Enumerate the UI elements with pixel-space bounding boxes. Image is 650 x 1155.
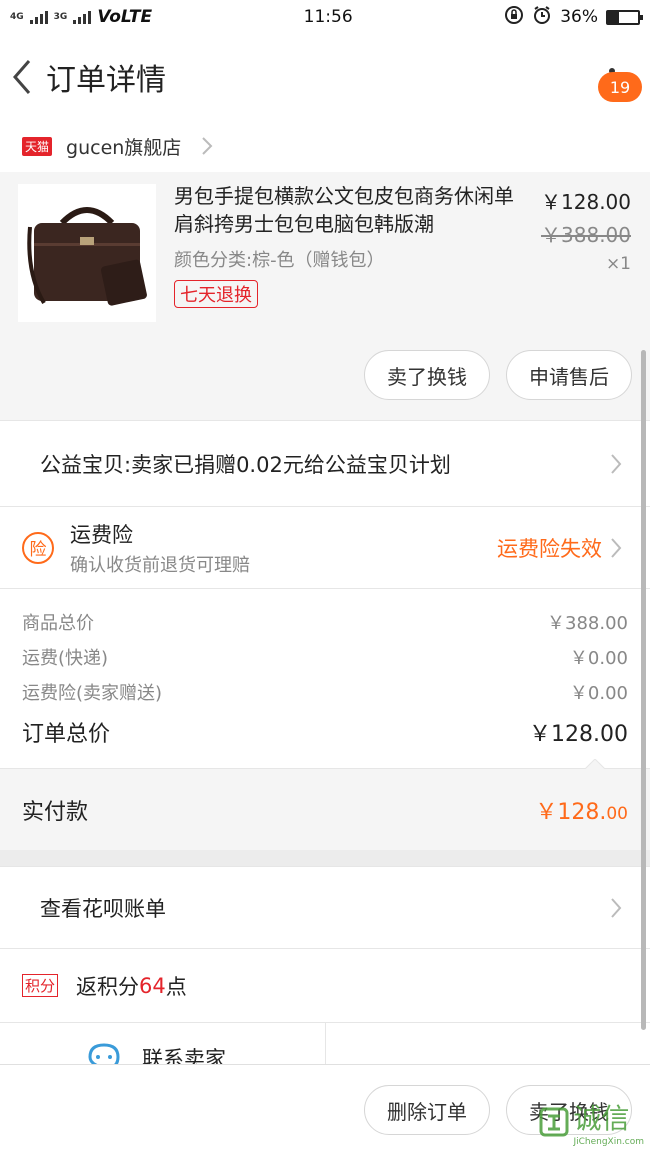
- summary-label: 运费险(卖家赠送): [22, 683, 163, 704]
- shipping-insurance-row[interactable]: 险 运费险 确认收货前退货可理赔 运费险失效: [0, 506, 650, 588]
- price-summary: 商品总价 ￥388.00 运费(快递) ￥0.00 运费险(卖家赠送) ￥0.0…: [0, 588, 650, 768]
- huabei-text: 查看花呗账单: [40, 896, 166, 921]
- total-label: 订单总价: [22, 722, 111, 747]
- product-image[interactable]: [18, 184, 156, 322]
- chevron-right-icon: [611, 537, 622, 558]
- alarm-icon: [532, 5, 552, 30]
- signal-icon: [29, 10, 48, 24]
- network-label: 4G: [10, 12, 24, 22]
- summary-line-insurance: 运费险(卖家赠送) ￥0.00: [22, 679, 628, 714]
- watermark-url: JiChengXin.com: [573, 1137, 644, 1147]
- battery-icon: [606, 9, 643, 25]
- product-actions: 卖了换钱 申请售后: [364, 350, 632, 400]
- contact-seller-button[interactable]: 联系卖家: [0, 1023, 325, 1066]
- insurance-subtitle: 确认收货前退货可理赔: [70, 554, 250, 576]
- product-price-block: ￥128.00 ￥388.00 ×1: [541, 186, 631, 274]
- product-card[interactable]: 男包手提包横款公文包皮包商务休闲单肩斜挎男士包包电脑包韩版潮 颜色分类:棕-色（…: [0, 172, 650, 420]
- signal2-icon: [73, 10, 92, 24]
- return-policy-tag: 七天退换: [174, 280, 258, 308]
- points-prefix: 返积分: [76, 974, 140, 999]
- section-gap: [0, 850, 650, 866]
- delete-order-button[interactable]: 删除订单: [364, 1085, 490, 1135]
- status-bar: 4G 3G VoLTE 11:56 36%: [0, 0, 650, 34]
- notification-badge[interactable]: 19: [598, 72, 642, 102]
- summary-value: ￥0.00: [569, 683, 628, 704]
- call-seller-button[interactable]: [325, 1023, 650, 1066]
- battery-percent: 36%: [560, 7, 598, 27]
- scrollbar[interactable]: [641, 350, 646, 1030]
- paid-value-main: ￥128.: [535, 799, 607, 825]
- chevron-right-icon: [611, 453, 622, 474]
- chat-icon: [88, 1043, 120, 1066]
- watermark-text: 诚信: [573, 1102, 630, 1135]
- lock-rotation-icon: [504, 5, 524, 30]
- summary-label: 运费(快递): [22, 648, 109, 669]
- network2-label: 3G: [53, 12, 68, 22]
- status-time: 11:56: [303, 7, 353, 27]
- summary-value: ￥0.00: [569, 648, 628, 669]
- points-suffix: 点: [165, 974, 187, 999]
- summary-line-goods: 商品总价 ￥388.00: [22, 609, 628, 644]
- total-value: ￥128.00: [529, 722, 628, 747]
- status-right: 36%: [504, 5, 643, 30]
- points-badge: 积分: [22, 974, 59, 997]
- summary-line-shipping: 运费(快递) ￥0.00: [22, 644, 628, 679]
- caret-up-icon: [585, 759, 605, 769]
- watermark-text-block: 诚信 JiChengXin.com: [573, 1097, 644, 1147]
- watermark-logo-icon: [539, 1107, 569, 1137]
- summary-label: 商品总价: [22, 613, 94, 634]
- chevron-right-icon: [202, 137, 213, 155]
- product-info: 男包手提包横款公文包皮包商务休闲单肩斜挎男士包包电脑包韩版潮 颜色分类:棕-色（…: [174, 182, 524, 308]
- nav-bar: 订单详情 19: [0, 34, 650, 120]
- paid-value: ￥128.00: [535, 794, 628, 826]
- contact-row: 联系卖家: [0, 1022, 650, 1066]
- product-variant: 颜色分类:棕-色（赠钱包）: [174, 250, 385, 271]
- paid-value-cents: 00: [606, 803, 628, 824]
- shop-name: gucen旗舰店: [66, 136, 182, 159]
- charity-text: 公益宝贝:卖家已捐赠0.02元给公益宝贝计划: [40, 452, 451, 477]
- product-price: ￥128.00: [541, 190, 631, 214]
- status-left: 4G 3G VoLTE: [10, 7, 152, 27]
- product-quantity: ×1: [605, 254, 631, 274]
- paid-label: 实付款: [22, 799, 89, 825]
- volte-label: VoLTE: [97, 7, 153, 27]
- summary-value: ￥388.00: [547, 613, 628, 634]
- charity-row[interactable]: 公益宝贝:卖家已捐赠0.02元给公益宝贝计划: [0, 420, 650, 506]
- watermark: 诚信 JiChengXin.com: [539, 1097, 644, 1147]
- points-number: 64: [139, 973, 166, 998]
- summary-line-total: 订单总价 ￥128.00: [22, 716, 628, 751]
- chevron-right-icon: [611, 897, 622, 918]
- product-title[interactable]: 男包手提包横款公文包皮包商务休闲单肩斜挎男士包包电脑包韩版潮: [174, 182, 524, 238]
- shop-row[interactable]: 天猫 gucen旗舰店: [0, 120, 650, 172]
- huabei-bill-row[interactable]: 查看花呗账单: [0, 866, 650, 948]
- insurance-text: 运费险 确认收货前退货可理赔: [70, 519, 250, 577]
- insurance-status: 运费险失效: [497, 536, 602, 561]
- tmall-badge: 天猫: [22, 136, 53, 156]
- briefcase-image: [27, 207, 147, 306]
- page-title: 订单详情: [46, 63, 166, 98]
- amount-paid-row: 实付款 ￥128.00: [0, 759, 650, 850]
- points-row: 积分 返积分 64 点: [0, 948, 650, 1022]
- insurance-icon: 险: [22, 531, 54, 564]
- back-arrow-icon: [13, 60, 31, 94]
- contact-seller-label: 联系卖家: [142, 1047, 226, 1066]
- insurance-title: 运费险: [70, 522, 133, 547]
- product-original-price: ￥388.00: [541, 223, 631, 247]
- after-sale-button[interactable]: 申请售后: [506, 350, 632, 400]
- sell-button[interactable]: 卖了换钱: [364, 350, 490, 400]
- back-button[interactable]: [4, 47, 40, 107]
